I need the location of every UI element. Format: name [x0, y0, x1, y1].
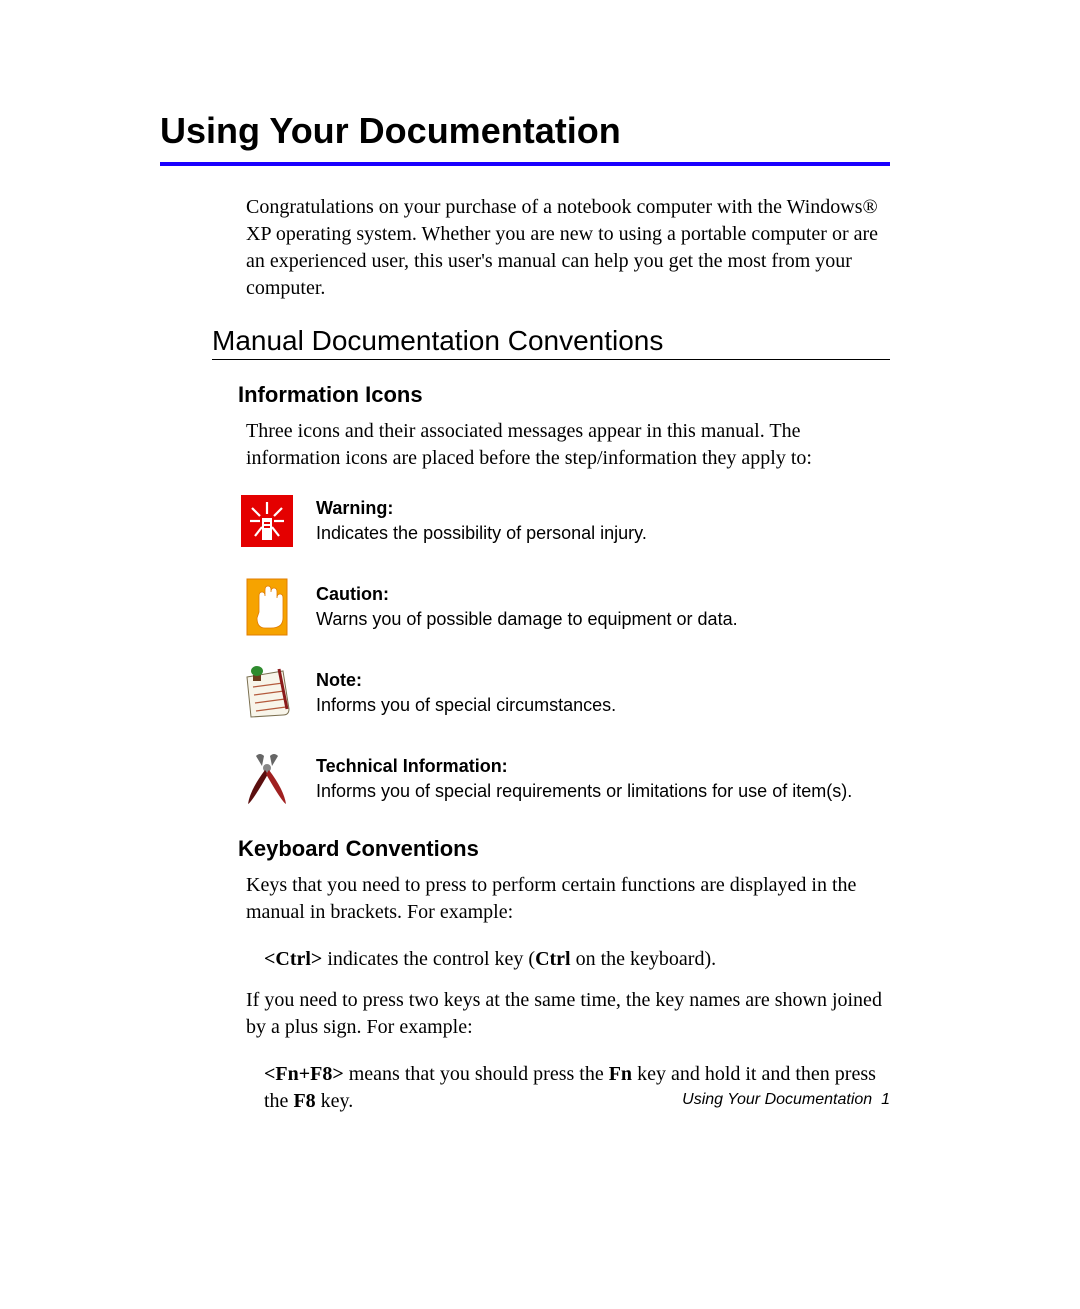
section-rule [212, 359, 890, 360]
tech-label: Technical Information: [316, 756, 508, 776]
caution-label: Caution: [316, 584, 389, 604]
footer-text: Using Your Documentation [682, 1091, 872, 1108]
footer-page-number: 1 [881, 1091, 890, 1108]
keyboard-heading: Keyboard Conventions [238, 836, 890, 862]
tech-desc: Informs you of special requirements or l… [316, 781, 852, 801]
section-heading: Manual Documentation Conventions [212, 325, 890, 357]
caution-text: Caution: Warns you of possible damage to… [316, 578, 738, 631]
info-icons-heading: Information Icons [238, 382, 890, 408]
info-icons-lead: Three icons and their associated message… [246, 418, 890, 472]
page-footer: Using Your Documentation 1 [682, 1091, 890, 1109]
warning-desc: Indicates the possibility of personal in… [316, 523, 647, 543]
intro-paragraph: Congratulations on your purchase of a no… [246, 194, 890, 302]
tech-text: Technical Information: Informs you of sp… [316, 750, 852, 803]
note-label: Note: [316, 670, 362, 690]
keyboard-p2: If you need to press two keys at the sam… [246, 987, 890, 1041]
icon-row-tech: Technical Information: Informs you of sp… [238, 750, 890, 808]
warning-text: Warning: Indicates the possibility of pe… [316, 492, 647, 545]
note-text: Note: Informs you of special circumstanc… [316, 664, 616, 717]
note-desc: Informs you of special circumstances. [316, 695, 616, 715]
warning-label: Warning: [316, 498, 393, 518]
tech-info-icon [238, 750, 296, 808]
title-rule [160, 162, 890, 166]
warning-icon [238, 492, 296, 550]
icon-row-caution: Caution: Warns you of possible damage to… [238, 578, 890, 636]
note-icon [238, 664, 296, 722]
ctrl-key: <Ctrl> [264, 948, 322, 970]
caution-icon [238, 578, 296, 636]
keyboard-example-1: <Ctrl> indicates the control key (Ctrl o… [264, 946, 890, 973]
keyboard-p1: Keys that you need to press to perform c… [246, 872, 890, 926]
fnf8-key: <Fn+F8> [264, 1063, 344, 1085]
document-page: Using Your Documentation Congratulations… [0, 0, 1080, 1309]
caution-desc: Warns you of possible damage to equipmen… [316, 609, 738, 629]
icon-row-note: Note: Informs you of special circumstanc… [238, 664, 890, 722]
icon-row-warning: Warning: Indicates the possibility of pe… [238, 492, 890, 550]
page-title: Using Your Documentation [160, 110, 890, 152]
